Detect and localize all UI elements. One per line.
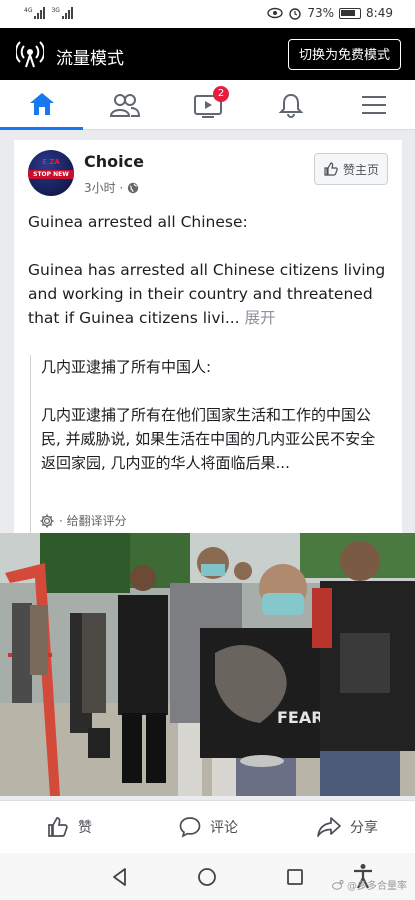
home-circle-icon[interactable] <box>197 867 217 887</box>
alarm-icon <box>289 8 302 20</box>
like-button[interactable]: 赞 <box>46 815 92 839</box>
share-label: 分享 <box>350 820 378 836</box>
broadcast-icon <box>16 41 44 68</box>
thumbs-up-icon <box>324 162 338 176</box>
system-navigation-bar: @多多合量率 <box>0 853 415 900</box>
back-icon[interactable] <box>110 867 130 887</box>
signal-icon: 3G <box>51 7 73 19</box>
post-meta: 3小时 · <box>84 179 139 196</box>
signal-indicators: 4G 3G <box>24 7 73 19</box>
watermark-text: @多多合量率 <box>347 881 407 892</box>
tab-notifications[interactable] <box>249 80 332 130</box>
comment-label: 评论 <box>210 820 238 836</box>
like-page-label: 赞主页 <box>342 162 379 177</box>
post-headline: Guinea arrested all Chinese: <box>28 213 248 231</box>
post-text: Guinea arrested all Chinese: Guinea has … <box>28 210 390 330</box>
thumbs-up-icon <box>48 817 68 837</box>
like-page-button[interactable]: 赞主页 <box>313 153 388 185</box>
avatar-text: E ZA <box>42 158 60 166</box>
switch-free-mode-button[interactable]: 切换为免费模式 <box>287 39 401 70</box>
menu-icon <box>361 96 386 114</box>
signal-icon: 4G <box>24 7 46 19</box>
status-bar: 4G 3G 73% 8:49 <box>0 0 415 28</box>
eye-icon <box>267 7 284 19</box>
comment-button[interactable]: 评论 <box>178 815 238 839</box>
page-avatar[interactable]: E ZA STOP NEW <box>28 150 74 196</box>
data-mode-title: 流量模式 <box>56 49 124 69</box>
translation-block: 几内亚逮捕了所有中国人: 几内亚逮捕了所有在他们国家生活和工作的中国公民, 并威… <box>30 355 388 533</box>
top-nav: 2 <box>0 80 415 130</box>
post-time: 3小时 · <box>84 181 124 195</box>
comment-icon <box>179 817 201 838</box>
post-card: E ZA STOP NEW Choice 3小时 · 赞主页 Guinea ar… <box>14 140 402 540</box>
home-icon <box>29 92 54 115</box>
rate-translation-row[interactable]: · 给翻译评分 <box>39 512 127 529</box>
friends-icon <box>109 94 140 117</box>
avatar-stripe-text: STOP NEW <box>28 170 74 179</box>
clock: 8:49 <box>366 6 393 20</box>
watch-notification-badge: 2 <box>213 86 229 102</box>
page-name-link[interactable]: Choice <box>84 152 144 171</box>
tab-home[interactable] <box>0 80 83 130</box>
weibo-watermark: @多多合量率 <box>332 877 407 892</box>
notifications-icon <box>278 93 303 118</box>
gear-icon <box>40 514 54 527</box>
rate-translation-link: · 给翻译评分 <box>59 514 127 528</box>
battery-icon <box>339 7 362 19</box>
arrest-photo-illustration: FEAR <box>0 533 415 796</box>
translated-headline: 几内亚逮捕了所有中国人: <box>41 358 212 376</box>
network-type-label: 3G <box>51 7 60 14</box>
tab-friends[interactable] <box>83 80 166 130</box>
news-feed-post: E ZA STOP NEW Choice 3小时 · 赞主页 Guinea ar… <box>0 130 415 800</box>
post-photo[interactable]: FEAR <box>0 533 415 796</box>
post-body: Guinea has arrested all Chinese citizens… <box>28 261 386 327</box>
battery-percent: 73% <box>307 6 335 20</box>
shirt-print-text: FEAR <box>277 708 324 727</box>
globe-icon <box>128 182 139 193</box>
translated-body: 几内亚逮捕了所有在他们国家生活和工作的中国公民, 并威胁说, 如果生活在中国的几… <box>41 406 376 472</box>
network-type-label: 4G <box>24 7 33 14</box>
post-action-bar: 赞 评论 分享 <box>0 800 415 853</box>
data-mode-banner: 流量模式 切换为免费模式 <box>0 28 415 80</box>
status-right: 73% 8:49 <box>267 6 393 20</box>
see-more-link[interactable]: 展开 <box>245 309 276 327</box>
weibo-logo-icon <box>332 879 344 890</box>
recent-apps-icon[interactable] <box>285 867 305 887</box>
tab-menu[interactable] <box>332 80 415 130</box>
like-label: 赞 <box>78 820 92 836</box>
tab-watch[interactable]: 2 <box>166 80 249 130</box>
share-button[interactable]: 分享 <box>316 815 378 839</box>
share-icon <box>317 817 341 837</box>
